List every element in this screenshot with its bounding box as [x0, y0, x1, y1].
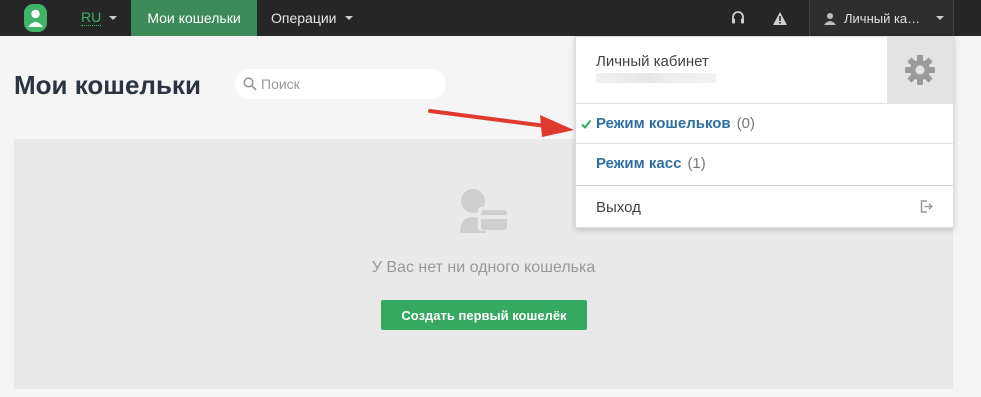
wallet-user-icon [460, 189, 508, 233]
account-label: Личный ка… [844, 10, 921, 26]
wallet-mode-label: Режим кошельков [596, 115, 731, 132]
language-selector[interactable]: RU [81, 0, 118, 36]
chevron-down-icon [936, 16, 944, 20]
gear-icon [905, 55, 935, 85]
nav-my-wallets-label: Мои кошельки [147, 10, 241, 26]
checkmark-icon [581, 119, 591, 129]
chevron-down-icon [109, 16, 118, 20]
headset-icon [732, 11, 744, 24]
support-button[interactable] [718, 0, 758, 36]
nav-operations[interactable]: Операции [257, 0, 367, 36]
logout-icon [920, 200, 933, 213]
logout-label: Выход [596, 198, 641, 216]
settings-button[interactable] [887, 37, 953, 103]
cashbox-mode-count: (1) [687, 155, 706, 172]
account-menu-toggle[interactable]: Личный ка… [809, 0, 954, 36]
account-dropdown: Личный кабинет Режим кошельков (0) Режим… [575, 36, 954, 228]
alerts-button[interactable] [760, 0, 800, 36]
top-navbar: RU Мои кошельки Операции Личный ка… [0, 0, 981, 36]
search-icon [243, 77, 257, 91]
create-first-wallet-button[interactable]: Создать первый кошелёк [381, 300, 587, 330]
nav-my-wallets[interactable]: Мои кошельки [131, 0, 257, 36]
cashbox-mode-item[interactable]: Режим касс (1) [576, 143, 953, 183]
language-code: RU [81, 9, 102, 26]
warning-icon [773, 11, 787, 25]
search-input[interactable] [261, 76, 441, 92]
masked-account-id [596, 73, 716, 83]
dropdown-title: Личный кабинет [596, 53, 709, 70]
user-icon [824, 12, 836, 25]
logout-item[interactable]: Выход [576, 185, 953, 228]
wallet-mode-count: (0) [736, 115, 755, 132]
page-title: Мои кошельки [14, 70, 201, 100]
empty-state-message: У Вас нет ни одного кошелька [371, 259, 596, 276]
chevron-down-icon [344, 16, 353, 20]
wallet-mode-item[interactable]: Режим кошельков (0) [576, 103, 953, 143]
user-badge-logo-icon[interactable] [24, 4, 47, 32]
annotation-arrow [428, 109, 574, 137]
nav-operations-label: Операции [271, 10, 337, 26]
search-box [235, 69, 446, 99]
cashbox-mode-label: Режим касс [596, 155, 682, 172]
